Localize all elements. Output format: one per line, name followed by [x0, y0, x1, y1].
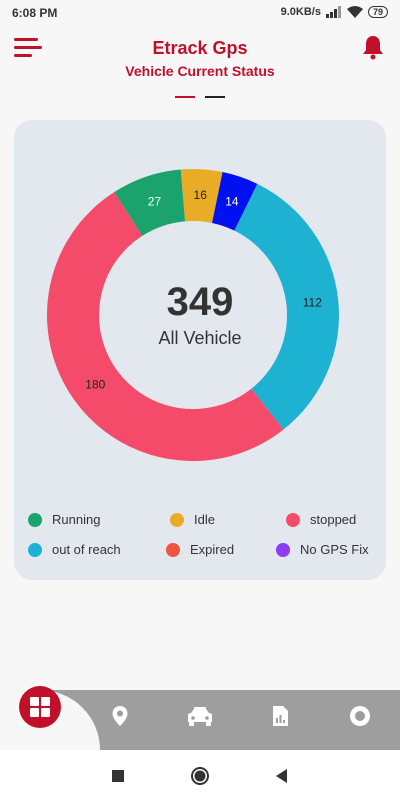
status-chart-card: 27 16 14 112 180 349 All Vehicle Running Idl… — [14, 120, 386, 580]
nav-dashboard-button[interactable] — [19, 686, 61, 728]
total-vehicle-label: All Vehicle — [158, 328, 242, 348]
battery-indicator: 79 — [367, 6, 388, 18]
legend-label: Idle — [194, 512, 215, 527]
app-title: Etrack Gps — [152, 38, 248, 58]
wifi-icon — [346, 6, 363, 18]
report-icon[interactable] — [268, 704, 292, 728]
page-dot — [205, 96, 225, 98]
location-pin-icon[interactable] — [108, 704, 132, 728]
legend-dot — [28, 542, 42, 557]
legend-label: Running — [52, 512, 101, 527]
legend-item-running: Running — [28, 512, 100, 527]
back-icon[interactable] — [272, 766, 292, 786]
legend-item-expired: Expired — [166, 542, 234, 557]
home-icon[interactable] — [190, 766, 210, 786]
signal-icon — [325, 6, 341, 18]
app-header: Etrack Gps Vehicle Current Status — [0, 28, 400, 98]
status-bar: 6:08 PM 9.0KB/s 79 — [0, 0, 400, 28]
notification-bell-icon[interactable] — [360, 34, 386, 60]
status-time: 6:08 PM — [12, 6, 58, 20]
page-dot-active — [175, 96, 195, 98]
legend-label: out of reach — [52, 542, 121, 557]
legend-dot — [166, 542, 180, 557]
recent-apps-icon[interactable] — [108, 766, 128, 786]
donut-value-label: 27 — [148, 194, 162, 208]
legend-label: Expired — [190, 542, 235, 557]
legend-dot — [276, 542, 290, 557]
network-speed: 9.0KB/s — [280, 6, 321, 18]
status-indicators: 9.0KB/s 79 — [281, 6, 388, 18]
legend-dot — [170, 512, 184, 527]
legend-label: stopped — [310, 512, 357, 527]
legend-item-stopped: stopped — [286, 512, 356, 527]
page-indicator — [175, 96, 225, 98]
page-subtitle: Vehicle Current Status — [125, 63, 275, 79]
legend-item-out-of-reach: out of reach — [28, 542, 121, 557]
total-vehicle-count: 349 — [166, 280, 234, 324]
donut-value-label: 180 — [85, 378, 105, 392]
donut-value-label: 16 — [194, 188, 208, 202]
legend-dot — [286, 512, 300, 527]
legend-item-idle: Idle — [170, 512, 215, 527]
legend-item-no-gps-fix: No GPS Fix — [276, 542, 369, 557]
dashboard-icon — [30, 697, 50, 717]
system-nav-bar — [0, 750, 400, 800]
legend-dot — [28, 512, 42, 527]
settings-icon[interactable] — [348, 704, 372, 728]
legend-label: No GPS Fix — [300, 542, 369, 557]
donut-value-label: 14 — [225, 194, 239, 208]
vehicle-icon[interactable] — [186, 704, 214, 728]
